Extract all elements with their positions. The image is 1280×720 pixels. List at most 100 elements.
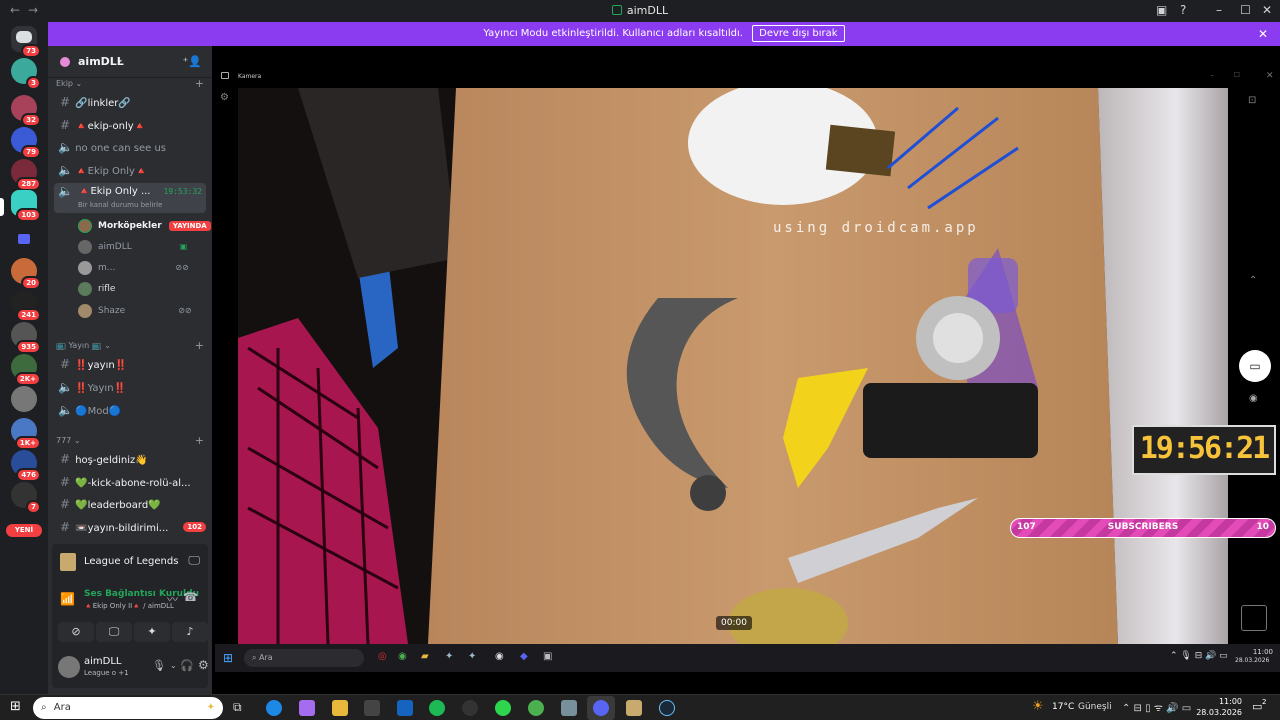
- server-icon[interactable]: 241: [11, 290, 41, 322]
- invite-people-icon[interactable]: ⁺👤: [182, 55, 202, 68]
- camera-time-code: 00:00: [716, 616, 752, 630]
- channel-yayin[interactable]: # ‼️yayın‼️: [58, 354, 206, 374]
- server-icon[interactable]: 32: [11, 95, 41, 127]
- camera-close-icon[interactable]: ✕: [1266, 71, 1274, 81]
- channel-leaderboard[interactable]: # 💚leaderboard💚: [58, 494, 206, 514]
- weather-text[interactable]: Güneşli: [1078, 702, 1112, 712]
- channel-no-one-can-see-us[interactable]: 🔈 no one can see us: [58, 137, 206, 157]
- channel-yayin-voice[interactable]: 🔈 ‼️Yayın‼️: [58, 377, 206, 397]
- screen-share-button[interactable]: 🖵: [96, 622, 132, 642]
- avatar: [78, 260, 92, 275]
- edge-icon[interactable]: [266, 700, 282, 716]
- league-client-icon[interactable]: [626, 700, 642, 716]
- server-icon[interactable]: 476: [11, 450, 41, 482]
- voice-user[interactable]: Morköpekler YAYINDA: [78, 216, 211, 236]
- server-icon[interactable]: 3: [11, 58, 41, 90]
- channel-status-hint[interactable]: Bir kanal durumu belirle: [78, 201, 162, 209]
- category-777[interactable]: 777 ⌄: [56, 436, 81, 445]
- chevron-up-icon[interactable]: ⌃: [1249, 275, 1257, 286]
- taskbar-search-box[interactable]: ⌕ Ara ✦: [33, 697, 223, 719]
- new-unreads-pill[interactable]: YENİ: [6, 524, 42, 537]
- server-icon[interactable]: 7: [11, 482, 41, 514]
- channel-kick-abone[interactable]: # 💚-kick-abone-rolü-al...: [58, 472, 206, 492]
- activities-button[interactable]: ✦: [134, 622, 170, 642]
- gallery-thumbnail[interactable]: [1241, 605, 1267, 631]
- clock-time[interactable]: 11:00: [1200, 697, 1242, 706]
- start-button-icon[interactable]: ⊞: [10, 699, 21, 714]
- file-explorer-icon[interactable]: [332, 700, 348, 716]
- steam-icon[interactable]: [659, 700, 675, 716]
- server-icon[interactable]: 287: [11, 159, 41, 191]
- voice-status[interactable]: Ses Bağlantısı Kuruldu: [84, 589, 199, 599]
- clock-date[interactable]: 28.03.2026: [1196, 708, 1242, 717]
- outlook-icon[interactable]: [397, 700, 413, 716]
- server-icon[interactable]: 20: [11, 258, 41, 290]
- app-icon[interactable]: [561, 700, 577, 716]
- microphone-icon[interactable]: 🎙: [152, 659, 166, 672]
- soundboard-button[interactable]: ♪: [172, 622, 208, 642]
- channel-ekip-only-voice[interactable]: 🔈 🔺Ekip Only🔺: [58, 160, 206, 180]
- voice-channel-icon: 🔈: [58, 403, 73, 417]
- close-button[interactable]: ✕: [1262, 3, 1272, 17]
- channel-hos-geldiniz[interactable]: # hoş-geldiniz👋: [58, 449, 206, 469]
- avatar[interactable]: [58, 656, 80, 678]
- chevron-down-icon[interactable]: ⌄: [170, 661, 177, 670]
- server-icon[interactable]: 1K+: [11, 418, 41, 450]
- camera-button[interactable]: ⊘: [58, 622, 94, 642]
- channel-mod[interactable]: 🔈 🔵Mod🔵: [58, 400, 206, 420]
- server-icon[interactable]: 79: [11, 127, 41, 159]
- copilot-icon[interactable]: [299, 700, 315, 716]
- server-icon[interactable]: 935: [11, 322, 41, 354]
- camera-settings-icon[interactable]: ⚙: [220, 92, 229, 103]
- spotify-icon[interactable]: [429, 700, 445, 716]
- headphones-icon[interactable]: 🎧: [180, 659, 194, 672]
- camera-minimize-icon[interactable]: –: [1211, 71, 1215, 79]
- disable-streamer-mode-button[interactable]: Devre dışı bırak: [752, 25, 845, 42]
- server-icon[interactable]: 2K+: [11, 354, 41, 386]
- voice-user[interactable]: rifle: [78, 279, 115, 299]
- add-channel-icon[interactable]: +: [195, 77, 204, 90]
- camera-maximize-icon[interactable]: ☐: [1234, 71, 1240, 79]
- kick-icon[interactable]: [495, 700, 511, 716]
- server-icon-active[interactable]: 103: [11, 190, 41, 222]
- folder-icon[interactable]: [11, 226, 37, 252]
- chrome-icon[interactable]: [528, 700, 544, 716]
- weather-temp[interactable]: 17°C: [1052, 702, 1074, 712]
- voice-user[interactable]: m... ⊘⊘: [78, 258, 189, 278]
- settings-gear-icon[interactable]: ⚙: [198, 658, 209, 672]
- stream-game-icon[interactable]: 🖵: [188, 553, 200, 568]
- channel-yayin-bildirimi[interactable]: # 📼yayın-bildirimi... 102: [58, 517, 206, 537]
- discord-icon[interactable]: [593, 700, 609, 716]
- category-ekip[interactable]: Ekip ⌄: [56, 79, 82, 88]
- system-tray-icons[interactable]: ⌃ ⊟ ▯ ᯤ 🔊 ▭: [1122, 700, 1191, 714]
- noise-suppression-icon[interactable]: 〰: [167, 591, 178, 607]
- direct-messages-button[interactable]: 73: [11, 26, 41, 58]
- task-view-icon[interactable]: ⧉: [233, 700, 242, 715]
- photo-mode-icon[interactable]: ◉: [1249, 393, 1258, 404]
- store-icon[interactable]: [364, 700, 380, 716]
- channel-ekip-only-active[interactable]: 🔈 🔺Ekip Only ... 19:53:32 Bir kanal duru…: [54, 183, 206, 213]
- category-yayin[interactable]: 📺 Yayın 📺 ⌄: [56, 341, 111, 350]
- obs-icon[interactable]: [462, 700, 478, 716]
- add-channel-icon[interactable]: +: [195, 434, 204, 447]
- voice-user[interactable]: Shaze ⊘⊘: [78, 301, 192, 321]
- inbox-icon[interactable]: ▣: [1156, 3, 1167, 17]
- help-icon[interactable]: ?: [1180, 3, 1186, 17]
- channel-linkler[interactable]: # 🔗linkler🔗: [58, 92, 206, 112]
- close-banner-icon[interactable]: ✕: [1258, 22, 1268, 46]
- voice-user[interactable]: aimDLL ▣: [78, 237, 187, 257]
- maximize-button[interactable]: ☐: [1240, 3, 1251, 17]
- text-channel-icon: #: [59, 357, 71, 371]
- channel-ekip-only[interactable]: # 🔺ekip-only🔺: [58, 115, 206, 135]
- camera-mode-icon[interactable]: ⊡: [1248, 95, 1256, 106]
- disconnect-icon[interactable]: ☎: [183, 590, 198, 604]
- add-channel-icon[interactable]: +: [195, 339, 204, 352]
- minimize-button[interactable]: –: [1216, 3, 1222, 17]
- server-icon[interactable]: [11, 386, 37, 412]
- notifications-icon[interactable]: ▭: [1252, 700, 1262, 713]
- record-video-button[interactable]: ▭: [1239, 350, 1271, 382]
- user-name: rifle: [98, 284, 116, 294]
- badge: 7: [26, 500, 41, 514]
- voice-channel-name[interactable]: 🔺Ekip Only II🔺 / aimDLL: [84, 602, 174, 610]
- server-header[interactable]: aimDLL ⌄ ⁺👤: [48, 46, 212, 78]
